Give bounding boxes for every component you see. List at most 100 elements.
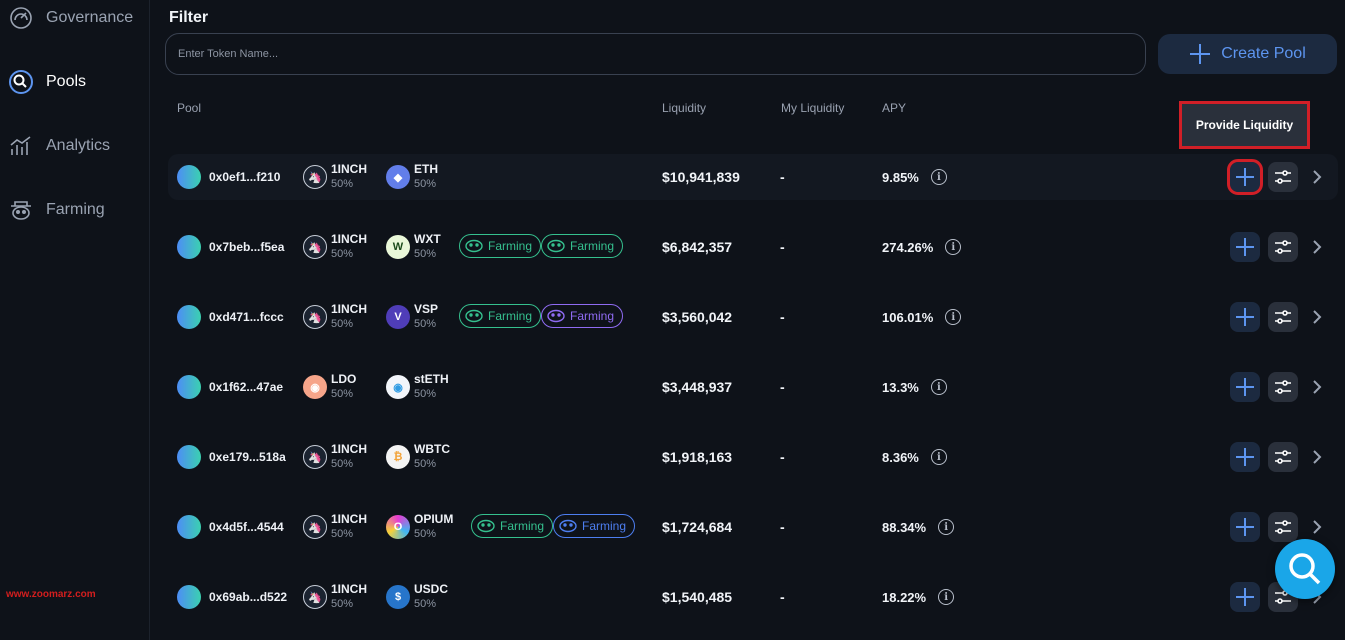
farming-badge[interactable]: Farming: [459, 234, 542, 258]
create-pool-button[interactable]: Create Pool: [1158, 34, 1337, 74]
farming-badge-label: Farming: [582, 519, 627, 533]
token-name: OPIUM: [414, 512, 454, 526]
pool-my-liquidity: -: [780, 309, 785, 325]
pool-row[interactable]: 0x1f62...47ae ◉ LDO 50% ◉ stETH 50% $3,4…: [168, 364, 1338, 410]
floating-search-button[interactable]: [1275, 539, 1335, 599]
provide-liquidity-button[interactable]: [1230, 582, 1260, 612]
column-header-liquidity[interactable]: Liquidity: [662, 101, 706, 115]
info-icon[interactable]: i: [930, 379, 947, 395]
pool-settings-button[interactable]: [1268, 232, 1298, 262]
chevron-right-icon[interactable]: [1310, 168, 1324, 186]
info-icon[interactable]: i: [938, 519, 955, 535]
pool-address[interactable]: 0xd471...fccc: [209, 310, 284, 324]
column-header-apy[interactable]: APY: [882, 101, 906, 115]
pool-address[interactable]: 0x1f62...47ae: [209, 380, 283, 394]
pool-row[interactable]: 0x0ef1...f210 🦄 1INCH 50% ◆ ETH 50% $10,…: [168, 154, 1338, 200]
farming-badge[interactable]: Farming: [553, 514, 636, 538]
column-header-pool: Pool: [177, 101, 202, 115]
pool-apy: 88.34% i: [882, 519, 955, 535]
chevron-right-icon[interactable]: [1310, 308, 1324, 326]
pool-row[interactable]: 0x7beb...f5ea 🦄 1INCH 50% W WXT 50% Farm…: [168, 224, 1338, 270]
analytics-icon: [10, 136, 31, 155]
farming-badge-label: Farming: [488, 239, 533, 253]
pool-avatar: [177, 375, 201, 399]
farming-badge[interactable]: Farming: [541, 234, 624, 258]
token-share: 50%: [331, 598, 354, 610]
info-icon[interactable]: i: [938, 589, 955, 605]
info-icon[interactable]: i: [945, 239, 962, 255]
search-icon: [1289, 553, 1321, 585]
pool-row[interactable]: 0xe179...518a 🦄 1INCH 50% ₿ WBTC 50% $1,…: [168, 434, 1338, 480]
farming-badge-label: Farming: [570, 309, 615, 323]
pool-settings-button[interactable]: [1268, 512, 1298, 542]
chevron-right-icon[interactable]: [1310, 518, 1324, 536]
pool-apy: 13.3% i: [882, 379, 947, 395]
plus-icon: [1236, 378, 1254, 396]
sidebar-item-pools[interactable]: Pools: [8, 67, 86, 97]
token-name: ETH: [414, 162, 438, 176]
pool-my-liquidity: -: [780, 449, 785, 465]
pool-settings-button[interactable]: [1268, 442, 1298, 472]
token-share: 50%: [331, 528, 354, 540]
pool-address[interactable]: 0xe179...518a: [209, 450, 286, 464]
token-search-input[interactable]: [165, 33, 1146, 75]
plus-icon: [1236, 518, 1254, 536]
pool-address[interactable]: 0x4d5f...4544: [209, 520, 284, 534]
token-share: 50%: [331, 318, 354, 330]
pool-settings-button[interactable]: [1268, 372, 1298, 402]
token-name: stETH: [414, 372, 449, 386]
token-name: WXT: [414, 232, 441, 246]
pool-my-liquidity: -: [780, 519, 785, 535]
info-icon[interactable]: i: [930, 169, 947, 185]
provide-liquidity-button[interactable]: [1230, 442, 1260, 472]
pool-my-liquidity: -: [780, 589, 785, 605]
pool-settings-button[interactable]: [1268, 162, 1298, 192]
pool-apy: 106.01% i: [882, 309, 962, 325]
token-name: 1INCH: [331, 232, 368, 246]
filter-title: Filter: [169, 9, 209, 26]
sidebar-item-label: Analytics: [46, 137, 111, 154]
provide-liquidity-button[interactable]: [1230, 232, 1260, 262]
chevron-right-icon[interactable]: [1310, 238, 1324, 256]
sliders-icon: [1275, 310, 1291, 324]
chevron-right-icon[interactable]: [1310, 378, 1324, 396]
pool-settings-button[interactable]: [1268, 302, 1298, 332]
farming-badge-label: Farming: [488, 309, 533, 323]
pool-apy: 274.26% i: [882, 239, 962, 255]
pool-liquidity: $10,941,839: [662, 169, 740, 185]
pool-row[interactable]: 0xd471...fccc 🦄 1INCH 50% V VSP 50% Farm…: [168, 294, 1338, 340]
farming-badge[interactable]: Farming: [471, 514, 554, 538]
pool-row[interactable]: 0x4d5f...4544 🦄 1INCH 50% O OPIUM 50% Fa…: [168, 504, 1338, 550]
sidebar-item-governance[interactable]: Governance: [8, 3, 133, 33]
sidebar-item-label: Governance: [46, 9, 134, 26]
info-icon[interactable]: i: [930, 449, 947, 465]
token-share: 50%: [331, 248, 354, 260]
provide-liquidity-button[interactable]: [1230, 372, 1260, 402]
sidebar-item-analytics[interactable]: Analytics: [8, 131, 110, 161]
plus-icon: [1236, 168, 1254, 186]
token-share: 50%: [414, 528, 437, 540]
token-name: 1INCH: [331, 442, 368, 456]
pool-address[interactable]: 0x7beb...f5ea: [209, 240, 284, 254]
info-icon[interactable]: i: [945, 309, 962, 325]
pool-apy-value: 106.01%: [882, 309, 934, 325]
pool-apy-value: 18.22%: [882, 589, 927, 605]
farming-badge-label: Farming: [500, 519, 545, 533]
token-share: 50%: [414, 598, 437, 610]
provide-liquidity-button[interactable]: [1230, 302, 1260, 332]
pool-address[interactable]: 0x0ef1...f210: [209, 170, 280, 184]
sliders-icon: [1275, 240, 1291, 254]
farming-badge[interactable]: Farming: [459, 304, 542, 328]
pool-avatar: [177, 235, 201, 259]
farming-badge[interactable]: Farming: [541, 304, 624, 328]
pool-address[interactable]: 0x69ab...d522: [209, 590, 287, 604]
pool-apy-value: 8.36%: [882, 449, 919, 465]
pool-row[interactable]: 0x69ab...d522 🦄 1INCH 50% $ USDC 50% $1,…: [168, 574, 1338, 620]
provide-liquidity-button[interactable]: [1230, 512, 1260, 542]
provide-liquidity-button[interactable]: [1227, 159, 1263, 195]
column-header-my-liquidity[interactable]: My Liquidity: [781, 101, 844, 115]
pool-avatar: [177, 305, 201, 329]
sidebar-item-label: Farming: [46, 201, 105, 218]
sidebar-item-farming[interactable]: Farming: [8, 195, 105, 225]
chevron-right-icon[interactable]: [1310, 448, 1324, 466]
